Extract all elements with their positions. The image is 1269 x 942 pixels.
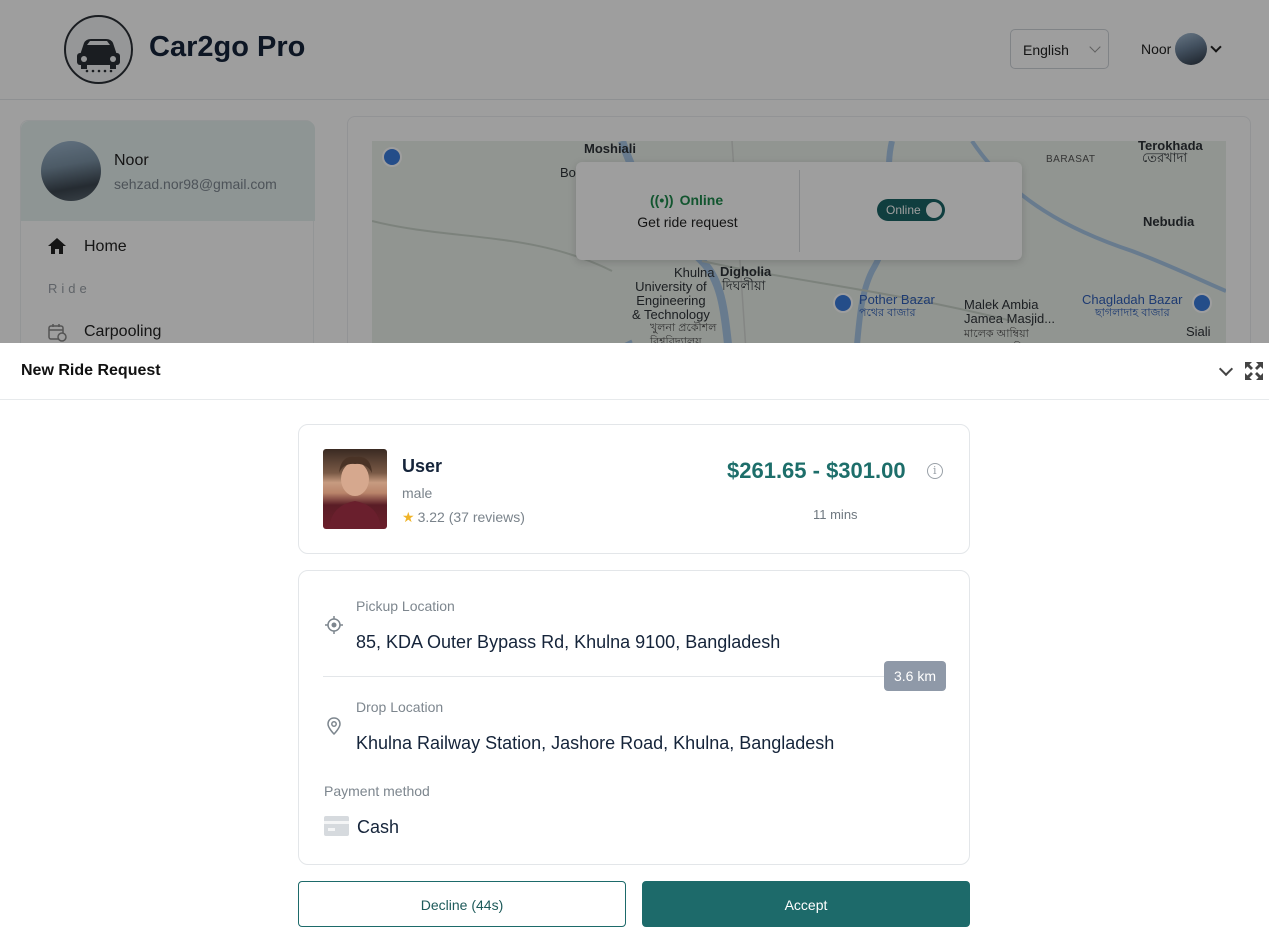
distance-badge: 3.6 km bbox=[884, 661, 946, 691]
pickup-address: 85, KDA Outer Bypass Rd, Khulna 9100, Ba… bbox=[356, 632, 781, 652]
sheet-title: New Ride Request bbox=[21, 362, 161, 379]
crosshair-icon bbox=[325, 616, 343, 634]
ride-request-sheet: New Ride Request User male ★ 3.22 (37 rev… bbox=[0, 343, 1269, 942]
pickup-label: Pickup Location bbox=[356, 598, 455, 614]
star-icon: ★ bbox=[402, 509, 415, 525]
eta: 11 mins bbox=[813, 507, 858, 522]
rider-gender: male bbox=[402, 485, 433, 501]
payment-label: Payment method bbox=[324, 783, 430, 799]
chevron-down-icon[interactable] bbox=[1216, 361, 1236, 381]
divider bbox=[323, 676, 893, 677]
credit-card-icon bbox=[324, 816, 349, 836]
expand-icon[interactable] bbox=[1244, 361, 1264, 381]
accept-button[interactable]: Accept bbox=[642, 881, 970, 927]
drop-address: Khulna Railway Station, Jashore Road, Kh… bbox=[356, 733, 835, 753]
rider-avatar bbox=[323, 449, 387, 529]
fare-range: $261.65 - $301.00 bbox=[727, 458, 906, 483]
info-icon[interactable] bbox=[927, 463, 943, 479]
payment-method: Cash bbox=[357, 817, 400, 837]
rider-name: User bbox=[402, 456, 443, 476]
rider-card: User male ★ 3.22 (37 reviews) $261.65 - $… bbox=[298, 424, 970, 554]
rider-rating-text: 3.22 (37 reviews) bbox=[417, 509, 525, 525]
modal-overlay[interactable] bbox=[0, 0, 1269, 343]
map-pin-icon bbox=[327, 717, 341, 735]
decline-button[interactable]: Decline (44s) bbox=[298, 881, 626, 927]
sheet-header: New Ride Request bbox=[0, 343, 1269, 400]
route-card: Pickup Location 85, KDA Outer Bypass Rd,… bbox=[298, 570, 970, 865]
rider-rating: ★ 3.22 (37 reviews) bbox=[402, 509, 525, 526]
drop-label: Drop Location bbox=[356, 699, 444, 715]
